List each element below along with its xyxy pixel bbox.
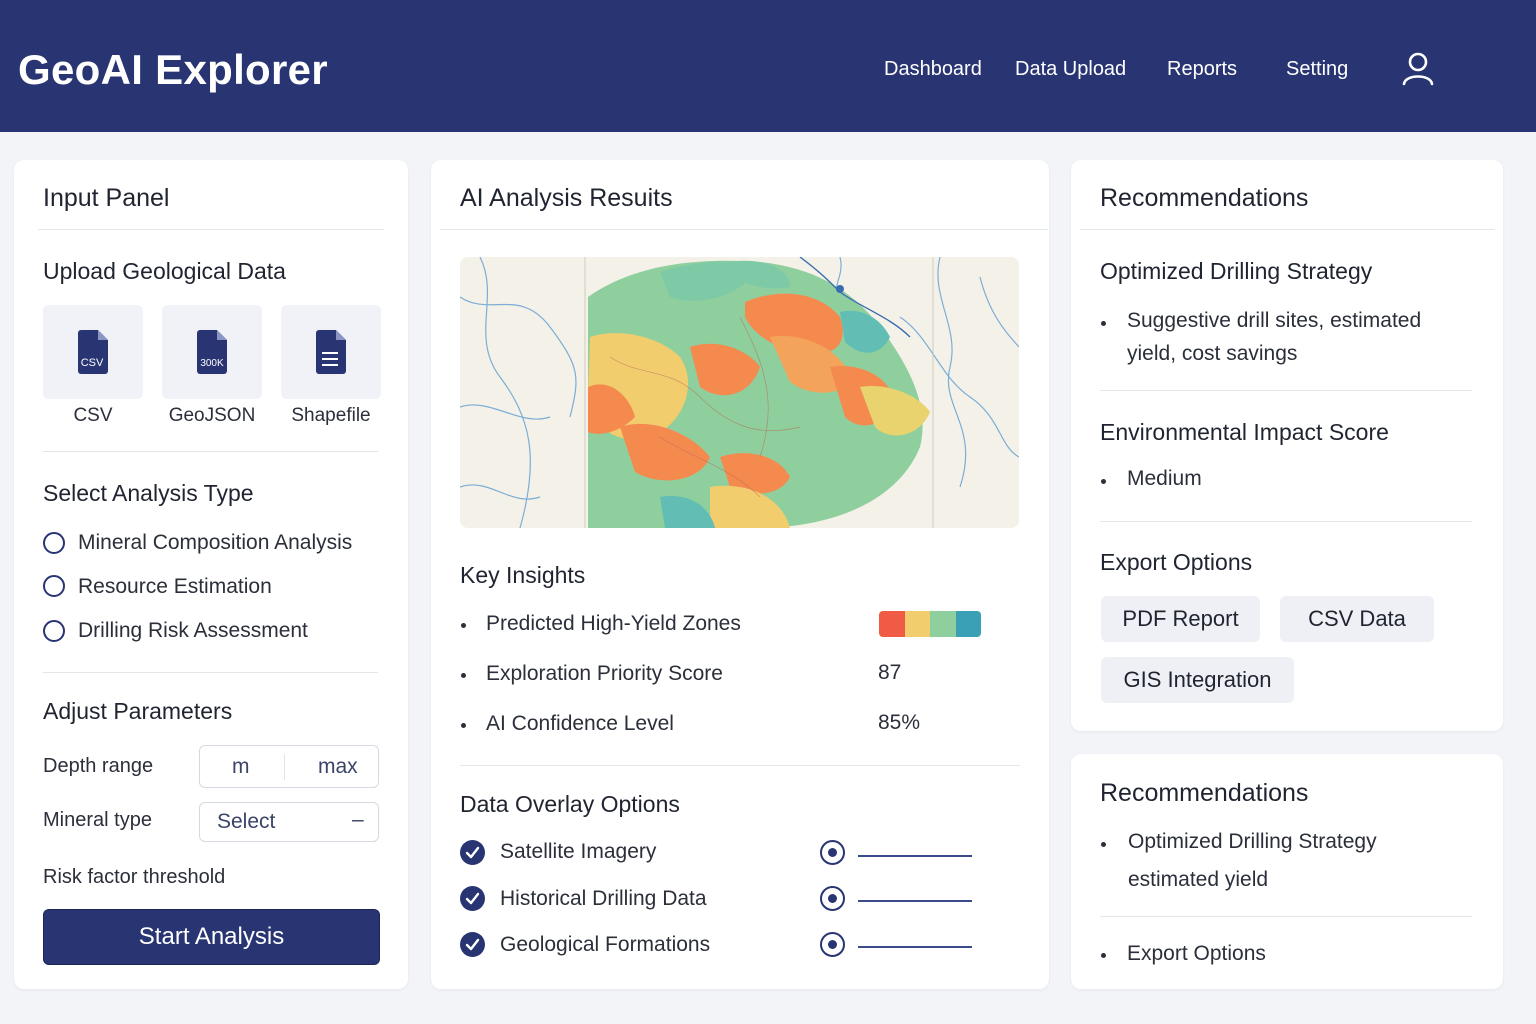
- app-title: GeoAI Explorer: [18, 46, 328, 93]
- upload-title: Upload Geological Data: [43, 258, 286, 284]
- bullet: [461, 723, 466, 728]
- divider: [1080, 229, 1495, 230]
- bullet: [1101, 479, 1106, 484]
- strategy-text: yield, cost savings: [1127, 342, 1298, 365]
- confidence-value: 85%: [878, 711, 921, 734]
- key-insights-title: Key Insights: [460, 562, 586, 588]
- bullet: [461, 673, 466, 678]
- bullet: [1101, 842, 1106, 847]
- divider: [440, 229, 1048, 230]
- priority-score-value: 87: [878, 661, 902, 684]
- bullet: [461, 623, 466, 628]
- radio-label: Drilling Risk Assessment: [78, 619, 308, 642]
- parameters-title: Adjust Parameters: [43, 698, 233, 724]
- radio-drilling-risk[interactable]: [43, 620, 65, 642]
- mineral-type-label: Mineral type: [43, 809, 152, 831]
- overlay-label: Geological Formations: [500, 933, 711, 956]
- radio-mineral-composition[interactable]: [43, 532, 65, 554]
- slider-handle[interactable]: [820, 932, 845, 957]
- upload-geojson-tile[interactable]: 300K: [162, 305, 262, 399]
- depth-max-input[interactable]: max: [318, 755, 358, 779]
- insight-label: Exploration Priority Score: [486, 662, 723, 685]
- env-score-value: Medium: [1127, 467, 1202, 490]
- divider: [1100, 521, 1472, 522]
- bullet: [1101, 321, 1106, 326]
- input-panel-title: Input Panel: [43, 184, 170, 212]
- checkbox-geological-formations[interactable]: [460, 932, 485, 957]
- file-label-csv: CSV: [73, 405, 113, 426]
- file-label-shapefile: Shapefile: [291, 405, 371, 426]
- nav-reports[interactable]: Reports: [1167, 58, 1237, 81]
- slider-track[interactable]: [858, 900, 972, 902]
- geojson-file-icon: 300K: [197, 330, 227, 374]
- upload-csv-tile[interactable]: CSV: [43, 305, 143, 399]
- env-score-title: Environmental Impact Score: [1100, 419, 1389, 445]
- divider: [43, 672, 378, 673]
- divider: [460, 765, 1020, 766]
- insight-label: Predicted High-Yield Zones: [486, 612, 741, 635]
- recommendation-text: estimated yield: [1128, 868, 1269, 891]
- recommendation-text: Optimized Drilling Strategy: [1128, 830, 1377, 853]
- overlay-title: Data Overlay Options: [460, 791, 680, 817]
- divider: [38, 229, 384, 230]
- radio-label: Mineral Composition Analysis: [78, 531, 353, 554]
- checkbox-satellite[interactable]: [460, 840, 485, 865]
- radio-label: Resource Estimation: [78, 575, 272, 598]
- shapefile-file-icon: [316, 330, 346, 374]
- export-csv-button[interactable]: CSV Data: [1280, 596, 1434, 642]
- dropdown-icon: –: [352, 808, 364, 831]
- top-bar: GeoAI Explorer Dashboard Data Upload Rep…: [0, 0, 1536, 132]
- svg-text:CSV: CSV: [81, 357, 104, 369]
- upload-shapefile-tile[interactable]: [281, 305, 381, 399]
- nav-dashboard[interactable]: Dashboard: [884, 58, 982, 81]
- divider: [284, 754, 285, 780]
- overlay-label: Satellite Imagery: [500, 840, 657, 863]
- depth-range-label: Depth range: [43, 755, 154, 777]
- divider: [43, 451, 378, 452]
- risk-threshold-label: Risk factor threshold: [43, 866, 226, 888]
- slider-track[interactable]: [858, 855, 972, 857]
- strategy-title: Optimized Drilling Strategy: [1100, 258, 1373, 284]
- svg-text:300K: 300K: [200, 358, 224, 369]
- slider-track[interactable]: [858, 946, 972, 948]
- overlay-label: Historical Drilling Data: [500, 887, 707, 910]
- radio-resource-estimation[interactable]: [43, 575, 65, 597]
- checkbox-historical-drilling[interactable]: [460, 886, 485, 911]
- mineral-type-select[interactable]: Select –: [199, 802, 379, 842]
- recommendations-title: Recommendations: [1100, 779, 1309, 807]
- divider: [1100, 916, 1472, 917]
- analysis-type-title: Select Analysis Type: [43, 480, 254, 506]
- csv-file-icon: CSV: [78, 330, 108, 374]
- nav-data-upload[interactable]: Data Upload: [1015, 58, 1126, 81]
- results-title: AI Analysis Resuits: [460, 184, 673, 212]
- start-analysis-button[interactable]: Start Analysis: [43, 909, 380, 965]
- file-label-geojson: GeoJSON: [168, 405, 256, 426]
- depth-range-field: m max: [199, 745, 379, 788]
- slider-handle[interactable]: [820, 840, 845, 865]
- yield-color-scale: [879, 611, 981, 637]
- slider-handle[interactable]: [820, 886, 845, 911]
- user-icon[interactable]: [1400, 50, 1436, 88]
- gis-integration-button[interactable]: GIS Integration: [1101, 657, 1294, 703]
- nav-setting[interactable]: Setting: [1286, 58, 1348, 81]
- depth-min-input[interactable]: m: [232, 755, 250, 779]
- divider: [1100, 390, 1472, 391]
- export-pdf-button[interactable]: PDF Report: [1101, 596, 1260, 642]
- recommendation-text: Export Options: [1127, 942, 1266, 965]
- bullet: [1101, 953, 1106, 958]
- strategy-text: Suggestive drill sites, estimated: [1127, 309, 1422, 332]
- heatmap-map[interactable]: [460, 257, 1019, 528]
- mineral-type-value: Select: [217, 810, 276, 833]
- recommendations-title: Recommendations: [1100, 184, 1309, 212]
- export-title: Export Options: [1100, 549, 1253, 575]
- insight-label: AI Confidence Level: [486, 712, 674, 735]
